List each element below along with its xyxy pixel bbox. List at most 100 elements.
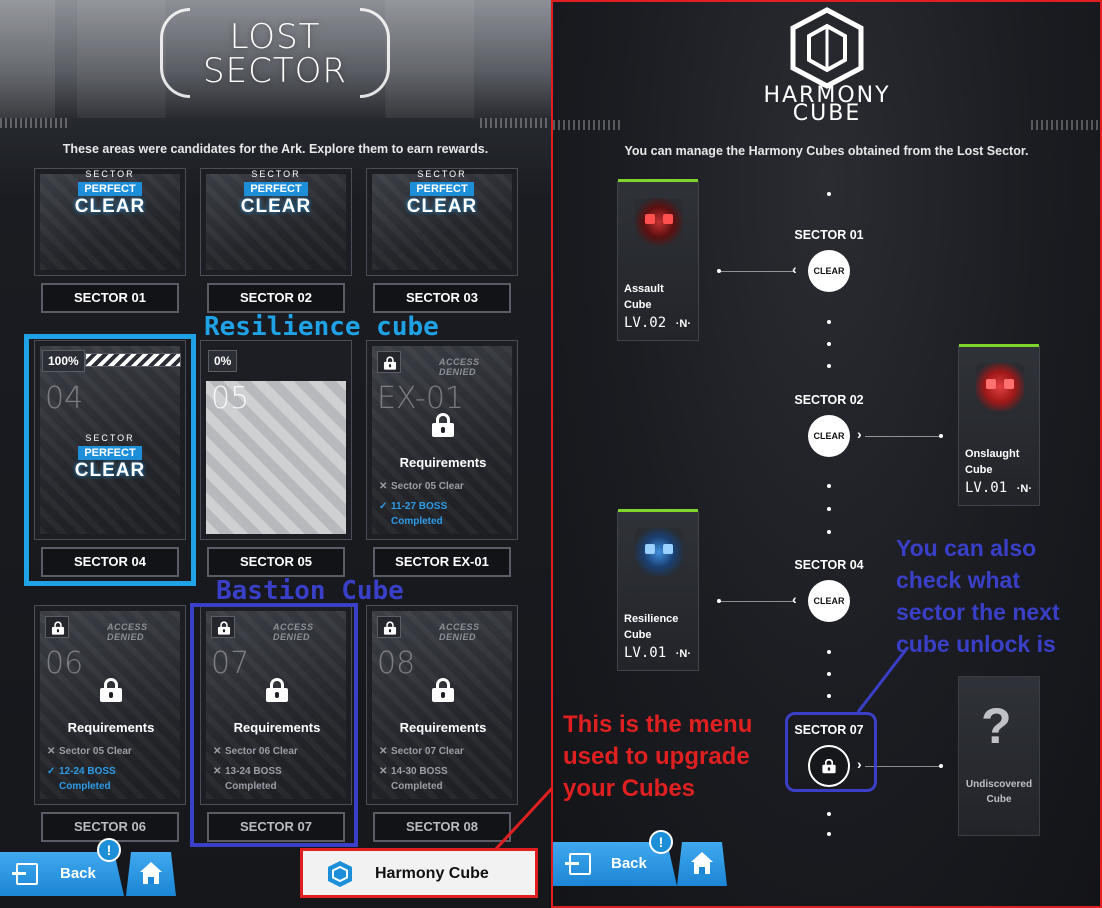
chevron-right-icon: › <box>857 426 862 442</box>
home-button[interactable] <box>126 852 176 896</box>
home-icon <box>140 862 162 872</box>
cube-rarity: ·N· <box>675 318 691 330</box>
sector-number: 06 <box>45 646 84 681</box>
cube-card-onslaught[interactable]: Onslaught Cube LV.01 ·N· <box>958 344 1040 506</box>
harmony-cube-button[interactable]: Harmony Cube <box>300 848 538 898</box>
connector-line <box>719 271 795 272</box>
requirements-title: Requirements <box>67 720 155 735</box>
sector-clear-node[interactable]: CLEAR <box>808 250 850 292</box>
timeline-dot <box>827 342 831 346</box>
sector-number: 05 <box>211 381 250 416</box>
sector-card-06[interactable]: ACCESS DENIED 06 Requirements ✕ Sector 05… <box>34 605 186 805</box>
chevron-left-icon: ‹ <box>792 261 797 277</box>
connector-dot <box>717 599 721 603</box>
decor-strip <box>0 118 70 128</box>
page-title-line2: SECTOR <box>203 51 347 91</box>
harmony-cube-screen: HARMONY CUBE You can manage the Harmony … <box>551 0 1102 908</box>
cube-level: LV.01 <box>965 480 1008 496</box>
timeline-dot <box>827 530 831 534</box>
access-denied-label: ACCESS DENIED <box>439 622 480 642</box>
sector-clear-node[interactable]: CLEAR <box>808 580 850 622</box>
annotation-upgrade-menu: This is the menu used to upgrade your Cu… <box>563 711 753 802</box>
onslaught-cube-icon <box>976 363 1024 411</box>
harmony-cube-button-label: Harmony Cube <box>375 865 489 882</box>
cube-rarity: ·N· <box>1016 483 1032 495</box>
lost-sector-header: LOST SECTOR <box>0 0 551 118</box>
page-title-line1: LOST <box>229 17 321 57</box>
perfect-clear-badge: SECTOR PERFECT CLEAR <box>240 169 312 217</box>
resilience-cube-icon <box>635 528 683 576</box>
access-denied-label: ACCESS DENIED <box>439 357 480 377</box>
sector-card-02[interactable]: SECTOR PERFECT CLEAR <box>200 168 352 276</box>
timeline-dot <box>827 694 831 698</box>
requirement-line: ✕ Sector 05 Clear <box>47 746 132 757</box>
sector-card-08[interactable]: ACCESS DENIED 08 Requirements ✕ Sector 07… <box>366 605 518 805</box>
sector-label-02[interactable]: SECTOR 02 <box>207 283 345 313</box>
access-denied-label: ACCESS DENIED <box>107 622 148 642</box>
timeline-dot <box>827 507 831 511</box>
sector-label-03[interactable]: SECTOR 03 <box>373 283 511 313</box>
annotation-bastion: Bastion Cube <box>216 576 404 606</box>
annotation-box-next-unlock <box>785 712 877 792</box>
cube-card-assault[interactable]: Assault Cube LV.02 ·N· <box>617 179 699 341</box>
sector-card-05[interactable]: 0% 05 <box>200 340 352 540</box>
requirement-line: ✕ Sector 07 Clear <box>379 746 464 757</box>
timeline-dot <box>827 320 831 324</box>
sector-label-01[interactable]: SECTOR 01 <box>41 283 179 313</box>
harmony-cube-icon <box>328 861 352 887</box>
cube-card-undiscovered[interactable]: ? Undiscovered Cube <box>958 676 1040 836</box>
cube-name: Undiscovered Cube <box>965 779 1033 805</box>
notification-badge: ! <box>97 838 121 862</box>
decor-strip <box>553 120 623 130</box>
requirement-line: ✓ 12-24 BOSS <box>47 766 116 777</box>
sector-card-ex01[interactable]: ACCESS DENIED EX-01 Requirements ✕ Sector… <box>366 340 518 540</box>
home-button[interactable] <box>677 842 727 886</box>
page-title-line2: CUBE <box>792 101 862 126</box>
sector-card-03[interactable]: SECTOR PERFECT CLEAR <box>366 168 518 276</box>
cube-level: LV.01 <box>624 645 667 661</box>
timeline-dot <box>827 364 831 368</box>
connector-dot <box>717 269 721 273</box>
timeline-dot <box>827 812 831 816</box>
cube-card-resilience[interactable]: Resilience Cube LV.01 ·N· <box>617 509 699 671</box>
page-subtitle: These areas were candidates for the Ark.… <box>62 142 489 156</box>
perfect-clear-badge: SECTOR PERFECT CLEAR <box>406 169 478 217</box>
annotation-resilience: Resilience cube <box>204 312 439 342</box>
lock-icon <box>100 678 122 702</box>
exit-icon <box>565 853 591 875</box>
timeline-sector-label: SECTOR 01 <box>794 228 864 242</box>
connector-dot <box>939 434 943 438</box>
annotation-connector-line <box>493 783 557 852</box>
perfect-clear-badge: SECTOR PERFECT CLEAR <box>74 169 146 217</box>
notification-badge: ! <box>649 830 673 854</box>
connector-dot <box>939 764 943 768</box>
mini-lock-icon <box>45 616 69 638</box>
connector-line <box>719 601 795 602</box>
chevron-left-icon: ‹ <box>792 591 797 607</box>
timeline-dot <box>827 192 831 196</box>
requirement-line: ✕ 14-30 BOSS <box>379 766 448 777</box>
timeline-dot <box>827 650 831 654</box>
sector-label-05[interactable]: SECTOR 05 <box>207 547 345 577</box>
requirements-title: Requirements <box>399 720 487 735</box>
timeline-dot <box>827 484 831 488</box>
requirement-line: Completed <box>59 781 111 792</box>
requirement-line: ✓ 11-27 BOSS <box>379 501 448 512</box>
sector-number: 08 <box>377 646 416 681</box>
connector-line <box>865 436 941 437</box>
sector-card-01[interactable]: SECTOR PERFECT CLEAR <box>34 168 186 276</box>
decor-strip <box>1031 120 1100 130</box>
home-icon <box>691 852 713 862</box>
mini-lock-icon <box>377 351 401 373</box>
requirement-line: Completed <box>391 516 443 527</box>
requirements-title: Requirements <box>399 455 487 470</box>
sector-number: EX-01 <box>377 381 465 416</box>
timeline-sector-label: SECTOR 02 <box>794 393 864 407</box>
sector-clear-node[interactable]: CLEAR <box>808 415 850 457</box>
annotation-box-resilience <box>24 334 196 586</box>
lock-icon <box>432 678 454 702</box>
title-bracket-left <box>160 8 190 98</box>
requirement-line: Completed <box>391 781 443 792</box>
sector-label-ex01[interactable]: SECTOR EX-01 <box>373 547 511 577</box>
assault-cube-icon <box>635 198 683 246</box>
